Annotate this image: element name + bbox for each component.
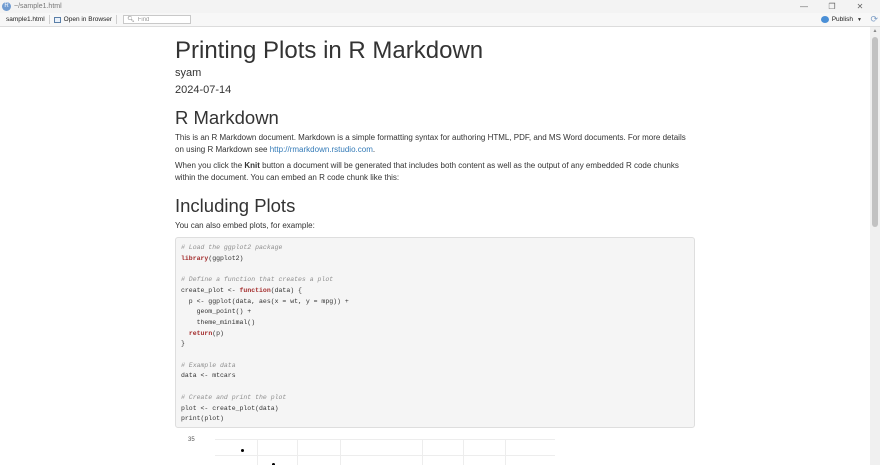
r-code-chunk: # Load the ggplot2 package library(ggplot… <box>175 237 695 428</box>
code-line: return(p) <box>181 329 689 340</box>
code-line: } <box>181 339 689 350</box>
plot-gridline <box>215 439 555 440</box>
code-comment: # Example data <box>181 361 236 369</box>
rmarkdown-link[interactable]: http://rmarkdown.rstudio.com <box>270 145 373 154</box>
open-in-browser-label: Open in Browser <box>63 16 113 23</box>
code-text: theme_minimal() <box>181 318 256 326</box>
open-in-browser-button[interactable]: Open in Browser <box>53 16 113 23</box>
paragraph-knit: When you click the Knit button a documen… <box>175 160 695 184</box>
plot-gridline <box>422 439 423 465</box>
code-text: (ggplot2) <box>208 254 244 262</box>
document-date: 2024-07-14 <box>175 84 232 96</box>
restore-icon[interactable]: ❐ <box>818 0 846 13</box>
code-text: geom_point() + <box>181 308 252 316</box>
find-input[interactable] <box>137 16 188 23</box>
code-line: print(plot) <box>181 414 689 425</box>
rstudio-app-icon: R <box>2 2 11 11</box>
scroll-up-icon[interactable]: ▲ <box>870 27 880 35</box>
code-text: p <- ggplot(data, aes(x = wt, y = mpg)) … <box>181 297 349 305</box>
plot-gridline <box>215 455 555 456</box>
browser-window-icon <box>53 16 61 23</box>
plot-gridline <box>463 439 464 465</box>
search-icon: 🔍︎ <box>127 16 135 23</box>
code-keyword: return <box>188 329 213 337</box>
code-text: data <- mtcars <box>181 372 236 380</box>
code-line: # Define a function that creates a plot <box>181 275 689 286</box>
knit-bold-text: Knit <box>244 161 260 170</box>
code-line: theme_minimal() <box>181 318 689 329</box>
find-box[interactable]: 🔍︎ <box>123 15 192 24</box>
code-line: # Example data <box>181 361 689 372</box>
code-line: create_plot <- function(data) { <box>181 286 689 297</box>
code-line: data <- mtcars <box>181 371 689 382</box>
plot-gridline <box>257 439 258 465</box>
viewer-toolbar: sample1.html Open in Browser 🔍︎ Publish … <box>0 13 880 27</box>
code-text: plot <- create_plot(data) <box>181 404 279 412</box>
code-line: geom_point() + <box>181 307 689 318</box>
paragraph-intro-end: . <box>372 145 376 154</box>
paragraph-intro-text: This is an R Markdown document. Markdown… <box>175 133 686 154</box>
plot-gridline <box>297 439 298 465</box>
plot-point <box>241 449 244 452</box>
plot-gridline <box>340 439 341 465</box>
code-line: library(ggplot2) <box>181 254 689 265</box>
code-line: p <- ggplot(data, aes(x = wt, y = mpg)) … <box>181 297 689 308</box>
chevron-down-icon[interactable]: ▼ <box>857 17 862 23</box>
document-viewer: Printing Plots in R Markdown syam 2024-0… <box>0 27 870 465</box>
section-heading-r-markdown: R Markdown <box>175 107 279 128</box>
refresh-icon[interactable]: ⟳ <box>870 14 878 25</box>
file-name-label: sample1.html <box>6 16 45 23</box>
code-keyword: function <box>239 286 271 294</box>
vertical-scrollbar[interactable]: ▲ <box>870 27 880 465</box>
minimize-icon[interactable]: — <box>790 0 818 13</box>
page-title: Printing Plots in R Markdown <box>175 37 484 64</box>
paragraph-knit-before: When you click the <box>175 161 245 170</box>
toolbar-divider <box>116 15 118 24</box>
window-controls: — ❐ ✕ <box>790 0 874 13</box>
code-text: create_plot <- <box>181 286 240 294</box>
code-text: (p) <box>212 329 224 337</box>
code-comment: # Load the ggplot2 package <box>181 244 283 251</box>
publish-button[interactable]: Publish ▼ <box>820 13 862 26</box>
plot-y-tick-label: 35 <box>188 437 195 443</box>
publish-label: Publish <box>831 16 854 23</box>
code-text: print(plot) <box>181 415 224 423</box>
publish-icon <box>820 16 829 23</box>
paragraph-intro: This is an R Markdown document. Markdown… <box>175 132 695 156</box>
plot-output: 35 <box>175 433 565 465</box>
scrollbar-thumb[interactable] <box>872 37 878 227</box>
code-keyword: library <box>181 254 209 262</box>
window-titlebar: R ~/sample1.html — ❐ ✕ <box>0 0 880 13</box>
paragraph-plots: You can also embed plots, for example: <box>175 221 315 230</box>
code-comment: # Create and print the plot <box>181 393 287 401</box>
code-line: plot <- create_plot(data) <box>181 404 689 415</box>
section-heading-including-plots: Including Plots <box>175 195 296 216</box>
code-comment: # Define a function that creates a plot <box>181 276 334 284</box>
code-line: # Create and print the plot <box>181 393 689 404</box>
window-title: ~/sample1.html <box>14 3 62 10</box>
code-text: (data) { <box>270 286 302 294</box>
code-line: # Load the ggplot2 package <box>181 243 689 254</box>
document-author: syam <box>175 67 202 79</box>
toolbar-divider <box>48 15 50 24</box>
plot-gridline <box>505 439 506 465</box>
close-icon[interactable]: ✕ <box>846 0 874 13</box>
code-text: } <box>181 340 185 348</box>
